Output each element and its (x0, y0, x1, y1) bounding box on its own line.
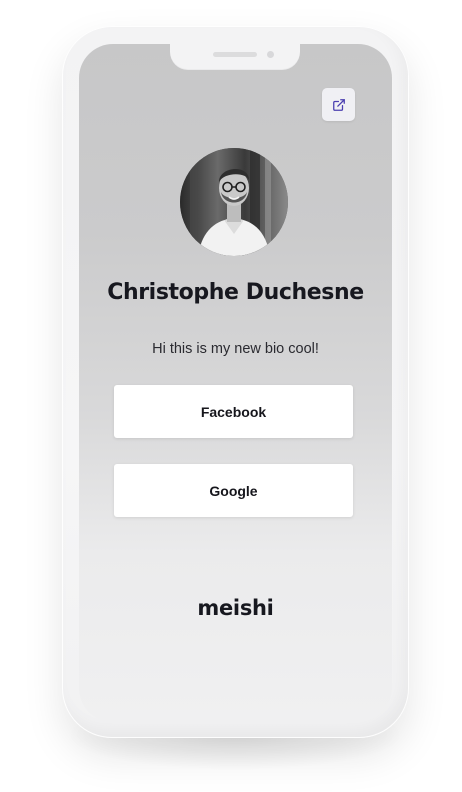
external-link-icon (332, 98, 345, 111)
share-button[interactable] (322, 88, 355, 121)
profile-bio: Hi this is my new bio cool! (152, 341, 319, 357)
speaker-grille (213, 52, 257, 57)
avatar-photo (180, 148, 288, 256)
profile-name: Christophe Duchesne (107, 280, 364, 305)
link-button-facebook[interactable]: Facebook (114, 385, 353, 438)
front-camera (267, 51, 274, 58)
phone-screen: Christophe Duchesne Hi this is my new bi… (79, 44, 392, 722)
brand-logo[interactable]: meishi (79, 596, 392, 620)
phone-notch (170, 44, 300, 70)
mockup-stage: Christophe Duchesne Hi this is my new bi… (0, 0, 462, 792)
link-button-google[interactable]: Google (114, 464, 353, 517)
profile-avatar (180, 148, 288, 256)
